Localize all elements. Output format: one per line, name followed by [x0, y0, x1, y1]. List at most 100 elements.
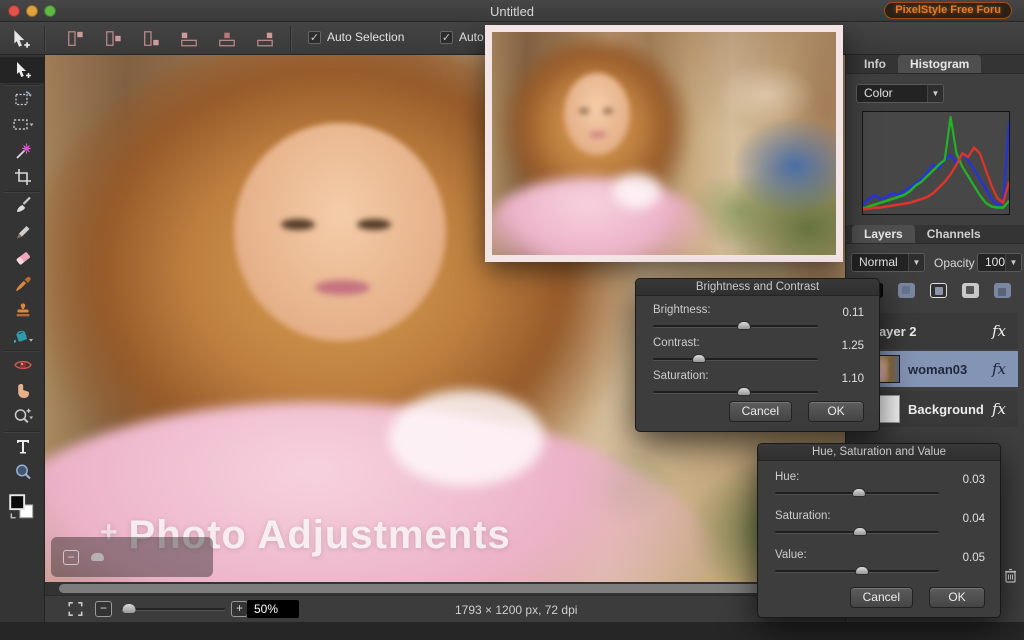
dialog-title: Brightness and Contrast [636, 279, 879, 296]
fullscreen-icon [67, 601, 84, 617]
layer-fx-badge[interactable]: fx [992, 360, 1006, 378]
zoom-plus-tool-button[interactable] [0, 404, 45, 430]
trash-icon [1004, 568, 1017, 583]
pencil-icon [13, 222, 33, 242]
align-bottom-button[interactable] [138, 26, 164, 51]
tab-histogram[interactable]: Histogram [898, 55, 981, 73]
zoom-in-button[interactable]: + [231, 601, 248, 617]
histogram-panel [862, 111, 1010, 215]
tab-info[interactable]: Info [852, 55, 898, 73]
magic-wand-tool-button[interactable] [0, 138, 45, 164]
move-icon [13, 60, 33, 80]
zoom-slider[interactable] [121, 608, 225, 610]
ok-button[interactable]: OK [808, 401, 864, 422]
value-slider[interactable] [775, 570, 939, 572]
zoom-hud-slider-thumb[interactable] [91, 553, 104, 561]
brightness-value: 0.11 [842, 307, 864, 319]
fit-screen-button[interactable] [67, 601, 84, 622]
tab-channels[interactable]: Channels [915, 225, 993, 243]
ok-button[interactable]: OK [929, 587, 985, 608]
align-center-button[interactable] [214, 26, 240, 51]
layer-button-4[interactable] [962, 283, 979, 298]
move-options-button[interactable] [8, 26, 34, 51]
red-eye-icon [13, 355, 33, 375]
zoom-slider-thumb[interactable] [123, 604, 136, 613]
layer-button-3[interactable] [930, 283, 947, 298]
move-tool-button[interactable] [0, 57, 45, 83]
eraser-tool-button[interactable] [0, 245, 45, 271]
histogram-chart [863, 112, 1009, 214]
cancel-button[interactable]: Cancel [850, 587, 913, 608]
paint-bucket-tool-button[interactable] [0, 323, 45, 349]
pencil-tool-button[interactable] [0, 219, 45, 245]
rectangular-select-tool-button[interactable] [0, 112, 45, 138]
align-top-button[interactable] [62, 26, 88, 51]
zoom-out-icon[interactable]: − [63, 550, 79, 565]
clone-stamp-tool-button[interactable] [0, 297, 45, 323]
smudge-tool-button[interactable] [0, 378, 45, 404]
text-icon [13, 436, 33, 456]
align-left-icon [179, 30, 199, 48]
value-slider-thumb[interactable] [855, 566, 869, 575]
brush-icon [13, 196, 33, 216]
hsv-saturation-value: 0.04 [963, 513, 985, 525]
contrast-label: Contrast: [653, 337, 864, 349]
layer-button-2[interactable] [898, 283, 915, 298]
zoom-out-button[interactable]: − [95, 601, 112, 617]
brightness-contrast-dialog[interactable]: Brightness and Contrast Brightness: 0.11… [635, 278, 880, 432]
opacity-label: Opacity [934, 256, 975, 270]
hsv-saturation-slider-thumb[interactable] [853, 527, 867, 536]
align-middle-button[interactable] [100, 26, 126, 51]
crop-icon [13, 167, 33, 187]
align-top-icon [65, 30, 85, 48]
clone-stamp-icon [13, 300, 33, 320]
contrast-slider[interactable] [653, 358, 818, 360]
eyedropper-tool-button[interactable] [0, 271, 45, 297]
saturation-value: 1.10 [842, 373, 864, 385]
align-left-button[interactable] [176, 26, 202, 51]
brush-tool-button[interactable] [0, 193, 45, 219]
chevron-down-icon: ▼ [927, 85, 943, 102]
layer-button-5[interactable] [994, 283, 1011, 298]
magic-wand-icon [13, 141, 33, 161]
hsv-saturation-slider[interactable] [775, 531, 939, 533]
opacity-select[interactable]: 100% ▼ [977, 253, 1022, 272]
horizontal-scrollbar[interactable] [45, 582, 845, 595]
blend-mode-select[interactable]: Normal ▼ [851, 253, 925, 272]
hue-slider[interactable] [775, 492, 939, 494]
delete-layer-button[interactable] [1004, 568, 1017, 588]
saturation-slider[interactable] [653, 391, 818, 393]
contrast-slider-thumb[interactable] [692, 354, 706, 363]
brightness-slider-thumb[interactable] [737, 321, 751, 330]
tool-palette [0, 55, 45, 622]
eyedropper-icon [13, 274, 33, 294]
free-transform-icon [13, 89, 33, 109]
titlebar[interactable]: Untitled PixelStyle Free Foru [0, 0, 1024, 22]
auto-selection-checkbox[interactable]: ✓ Auto Selection [308, 30, 404, 44]
free-transform-tool-button[interactable] [0, 86, 45, 112]
eraser-icon [13, 248, 33, 268]
align-right-button[interactable] [252, 26, 278, 51]
zoom-level-field[interactable]: 50% [247, 600, 299, 618]
histogram-channel-select[interactable]: Color ▼ [856, 84, 944, 103]
chevron-down-icon: ▼ [1005, 254, 1021, 271]
text-tool-button[interactable] [0, 433, 45, 459]
hsv-dialog[interactable]: Hue, Saturation and Value Hue: 0.03 Satu… [757, 443, 1001, 618]
cancel-button[interactable]: Cancel [729, 401, 792, 422]
horizontal-scrollbar-thumb[interactable] [59, 584, 840, 593]
window-title: Untitled [0, 4, 1024, 19]
magnifier-tool-button[interactable] [0, 459, 45, 485]
saturation-label: Saturation: [653, 370, 864, 382]
hue-slider-thumb[interactable] [852, 488, 866, 497]
brightness-slider[interactable] [653, 325, 818, 327]
layer-fx-badge[interactable]: fx [992, 400, 1006, 418]
chevron-down-icon: ▼ [908, 254, 924, 271]
color-swatches-control[interactable] [0, 485, 44, 529]
move-cursor-icon [10, 28, 32, 50]
tab-layers[interactable]: Layers [852, 225, 915, 243]
crop-tool-button[interactable] [0, 164, 45, 190]
saturation-slider-thumb[interactable] [737, 387, 751, 396]
layer-fx-badge[interactable]: fx [992, 322, 1006, 340]
red-eye-tool-button[interactable] [0, 352, 45, 378]
preview-window[interactable] [485, 25, 843, 262]
